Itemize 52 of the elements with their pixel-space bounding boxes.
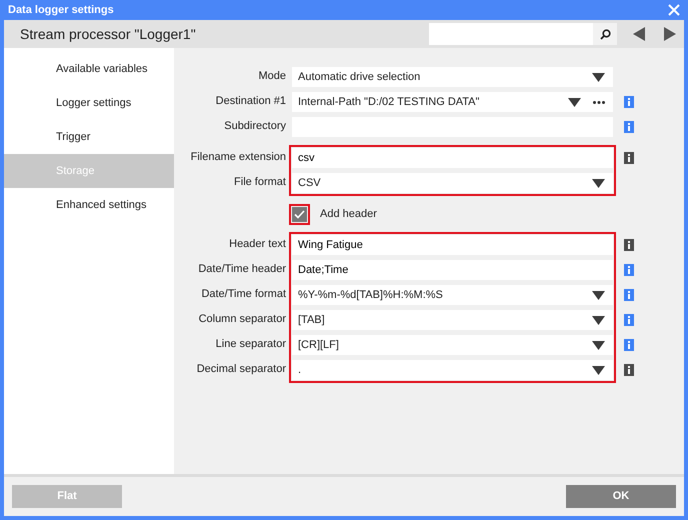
info-icon[interactable] [624, 339, 634, 351]
input-field[interactable]: csv [292, 148, 613, 168]
field-label: Column separator [198, 312, 286, 327]
checkbox-label: Add header [320, 206, 377, 222]
dropdown[interactable]: Internal-Path "D:/02 TESTING DATA" [292, 92, 613, 112]
search-button[interactable] [593, 23, 617, 45]
field-label: Decimal separator [196, 362, 286, 377]
field-label: Line separator [216, 336, 286, 352]
field-label: Subdirectory [224, 118, 286, 134]
forward-button[interactable] [664, 27, 676, 41]
caret-icon [568, 98, 581, 106]
field-label: Filename extension [190, 150, 286, 165]
header-title: Stream processor "Logger1" [20, 24, 196, 44]
back-button[interactable] [633, 27, 645, 41]
caret-icon [592, 72, 605, 82]
field-label: Header text [229, 236, 286, 252]
field-label: Destination #1 [216, 94, 286, 109]
dropdown[interactable]: . [292, 360, 613, 380]
dropdown[interactable]: %Y-%m-%d[TAB]%H:%M:%S [292, 285, 613, 305]
ok-button[interactable]: OK [566, 485, 676, 508]
caret-icon [592, 316, 605, 324]
caret-icon [592, 366, 605, 374]
sidebar-item[interactable]: Logger settings [4, 86, 174, 120]
info-icon[interactable] [624, 152, 634, 164]
dropdown[interactable]: [TAB] [292, 310, 613, 330]
caret-icon [592, 290, 605, 300]
info-icon[interactable] [624, 239, 634, 251]
window-title: Data logger settings [8, 2, 114, 18]
sidebar-item[interactable]: Available variables [4, 52, 174, 86]
info-icon[interactable] [624, 289, 634, 301]
info-icon[interactable] [624, 364, 634, 376]
search-icon [600, 28, 610, 40]
input-field[interactable]: Date;Time [292, 260, 613, 280]
search-field[interactable] [429, 23, 593, 45]
info-icon[interactable] [624, 264, 634, 276]
field-label: File format [234, 174, 286, 190]
sidebar-item[interactable]: Trigger [4, 120, 174, 154]
dropdown[interactable]: [CR][LF] [292, 335, 613, 355]
dropdown[interactable]: CSV [292, 173, 613, 193]
info-icon[interactable] [624, 121, 634, 133]
caret-icon [592, 178, 605, 188]
info-icon[interactable] [624, 314, 634, 326]
field-label: Date/Time header [198, 262, 286, 277]
input-field[interactable]: Wing Fatigue [292, 235, 613, 255]
close-icon[interactable] [668, 4, 680, 16]
more-icon[interactable] [593, 100, 605, 104]
field-label: Date/Time format [201, 286, 286, 302]
sidebar-item[interactable]: Enhanced settings [4, 188, 174, 222]
dropdown[interactable]: Automatic drive selection [292, 67, 613, 87]
caret-icon [592, 340, 605, 350]
field-label: Mode [258, 68, 286, 84]
info-icon[interactable] [624, 96, 634, 108]
